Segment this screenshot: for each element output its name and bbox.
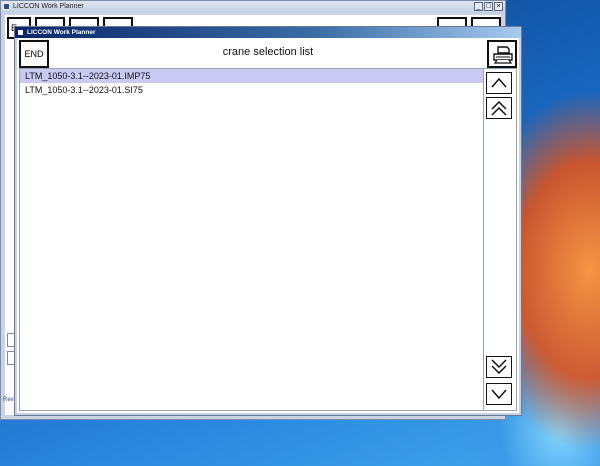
background-titlebar: LICCON Work Planner _ □ × [1,1,505,13]
dialog-app-icon [17,29,24,36]
chevron-down-icon [491,389,507,400]
page-down-button[interactable] [486,356,512,378]
crane-list[interactable]: LTM_1050-3.1--2023-01.IMP75 LTM_1050-3.1-… [20,69,484,410]
scroll-up-button[interactable] [486,72,512,94]
printer-icon [493,46,513,64]
page-up-button[interactable] [486,97,512,119]
close-button[interactable]: × [494,2,503,11]
page-title: crane selection list [222,46,314,58]
double-chevron-up-icon [491,100,507,116]
dialog-title: LICCON Work Planner [27,29,96,36]
dialog-titlebar: LICCON Work Planner [15,27,521,38]
scroll-down-button[interactable] [486,383,512,405]
background-window-title: LICCON Work Planner [13,3,84,10]
chevron-up-icon [491,77,507,88]
maximize-button[interactable]: □ [484,2,493,11]
window-controls: _ □ × [474,2,503,11]
print-button[interactable] [487,40,517,68]
scroll-controls [484,69,516,410]
double-chevron-down-icon [491,359,507,375]
crane-selection-dialog: LICCON Work Planner END crane selection … [14,26,522,416]
app-icon [3,3,10,10]
minimize-button[interactable]: _ [474,2,483,11]
dialog-client-area: END crane selection list LTM_1050-3.1--2… [17,38,519,413]
crane-list-frame: LTM_1050-3.1--2023-01.IMP75 LTM_1050-3.1-… [19,68,517,411]
list-item[interactable]: LTM_1050-3.1--2023-01.SI75 [20,83,483,97]
list-item[interactable]: LTM_1050-3.1--2023-01.IMP75 [20,69,483,83]
end-button[interactable]: END [19,40,49,68]
